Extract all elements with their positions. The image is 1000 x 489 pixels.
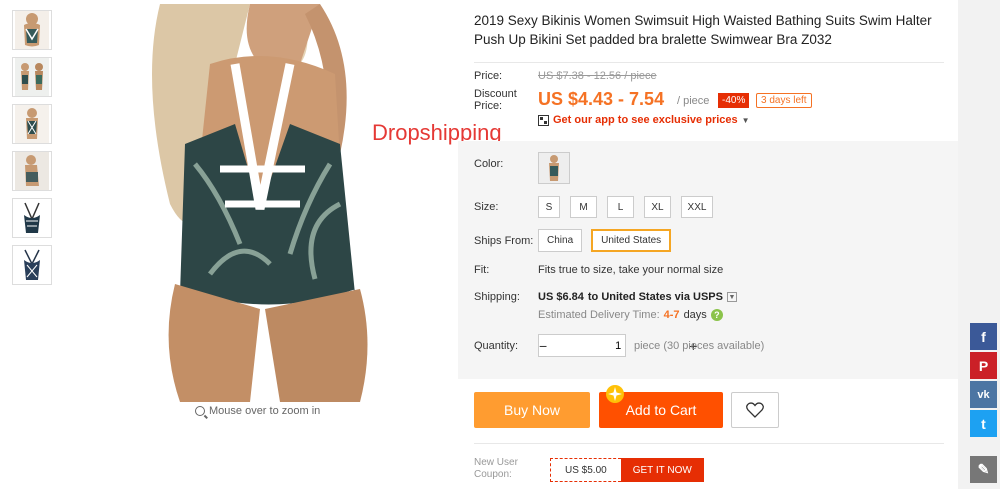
- divider: [474, 62, 944, 63]
- size-option-xxl[interactable]: XXL: [681, 196, 713, 218]
- thumbnail-1[interactable]: [12, 10, 52, 50]
- vk-icon[interactable]: vk: [970, 381, 997, 408]
- social-share-bar: f P vk t ✎: [970, 323, 997, 485]
- fit-label: Fit:: [474, 264, 490, 276]
- color-swatch[interactable]: [538, 152, 570, 184]
- zoom-hint: Mouse over to zoom in: [195, 405, 320, 417]
- original-price: US $7.38 - 12.56 / piece: [538, 70, 657, 82]
- discount-label-line2: Price:: [474, 100, 503, 112]
- coupon-value: US $5.00: [550, 458, 621, 482]
- time-left-badge: 3 days left: [756, 93, 812, 108]
- delivery-estimate-label: Estimated Delivery Time:: [538, 309, 660, 321]
- thumbnail-list: [12, 10, 54, 292]
- app-promo-text: Get our app to see exclusive prices: [553, 114, 738, 126]
- facebook-icon[interactable]: f: [970, 323, 997, 350]
- product-title: 2019 Sexy Bikinis Women Swimsuit High Wa…: [474, 13, 932, 47]
- shipping-method[interactable]: US $6.84 to United States via USPS ▼: [538, 291, 737, 303]
- product-page: Mouse over to zoom in Dropshipping 2019 …: [0, 0, 1000, 489]
- app-promo-link[interactable]: Get our app to see exclusive prices ▼: [538, 114, 750, 126]
- quantity-label: Quantity:: [474, 340, 519, 352]
- discount-price-label: Discount Price:: [474, 88, 517, 112]
- delivery-days-unit: days: [683, 309, 707, 321]
- ships-from-options: China United States: [538, 229, 672, 252]
- color-label: Color:: [474, 158, 504, 170]
- quantity-stepper: − +: [538, 334, 697, 357]
- chevron-down-icon[interactable]: ▼: [726, 292, 737, 302]
- edit-icon[interactable]: ✎: [970, 456, 997, 483]
- zoom-hint-text: Mouse over to zoom in: [209, 405, 321, 417]
- thumbnail-6[interactable]: [12, 245, 52, 285]
- pinterest-icon[interactable]: P: [970, 352, 997, 379]
- delivery-estimate: Estimated Delivery Time: 4-7 days ?: [538, 309, 723, 321]
- caret-down-icon: ▼: [741, 115, 750, 125]
- ships-from-label: Ships From:: [474, 235, 534, 247]
- size-option-m[interactable]: M: [570, 196, 597, 218]
- discount-label-line1: Discount: [474, 88, 517, 100]
- twitter-icon[interactable]: t: [970, 410, 997, 437]
- price-unit: / piece: [677, 95, 710, 107]
- coupon-box: US $5.00 GET IT NOW: [550, 458, 704, 482]
- ships-from-china[interactable]: China: [538, 229, 583, 252]
- divider: [474, 443, 944, 444]
- buy-now-button[interactable]: Buy Now: [474, 392, 590, 428]
- product-card: Mouse over to zoom in Dropshipping 2019 …: [0, 0, 958, 489]
- quantity-note: piece (30 pieces available): [634, 340, 765, 352]
- help-icon[interactable]: ?: [710, 309, 723, 321]
- qr-code-icon: [538, 114, 549, 126]
- discount-badge: -40%: [718, 93, 750, 108]
- size-option-xl[interactable]: XL: [644, 196, 671, 218]
- size-options: S M L XL XXL: [538, 196, 713, 218]
- coupon-label-line1: New User: [474, 457, 518, 468]
- thumbnail-3[interactable]: [12, 104, 52, 144]
- delivery-days: 4-7: [663, 309, 680, 321]
- discount-price: US $4.43 - 7.54: [538, 89, 665, 109]
- coupon-label: New User Coupon:: [474, 457, 534, 481]
- magnifier-icon: [195, 406, 205, 416]
- coupon-label-line2: Coupon:: [474, 469, 512, 480]
- quantity-decrease-button[interactable]: −: [539, 335, 547, 356]
- shipping-label: Shipping:: [474, 291, 520, 303]
- product-main-image[interactable]: [100, 4, 445, 402]
- fit-text: Fits true to size, take your normal size: [538, 264, 724, 276]
- size-option-s[interactable]: S: [538, 196, 560, 218]
- thumbnail-2[interactable]: [12, 57, 52, 97]
- size-option-l[interactable]: L: [607, 196, 634, 218]
- size-label: Size:: [474, 201, 499, 213]
- price-label: Price:: [474, 70, 503, 82]
- get-coupon-button[interactable]: GET IT NOW: [620, 458, 704, 482]
- wishlist-button[interactable]: [731, 392, 779, 428]
- coin-icon: [606, 385, 624, 403]
- thumbnail-4[interactable]: [12, 151, 52, 191]
- ships-from-united-states[interactable]: United States: [591, 229, 672, 252]
- heart-icon: [746, 402, 764, 418]
- product-info: 2019 Sexy Bikinis Women Swimsuit High Wa…: [458, 0, 958, 489]
- shipping-cost: US $6.84: [538, 291, 584, 303]
- thumbnail-5[interactable]: [12, 198, 52, 238]
- shipping-destination: to United States via USPS: [587, 291, 723, 303]
